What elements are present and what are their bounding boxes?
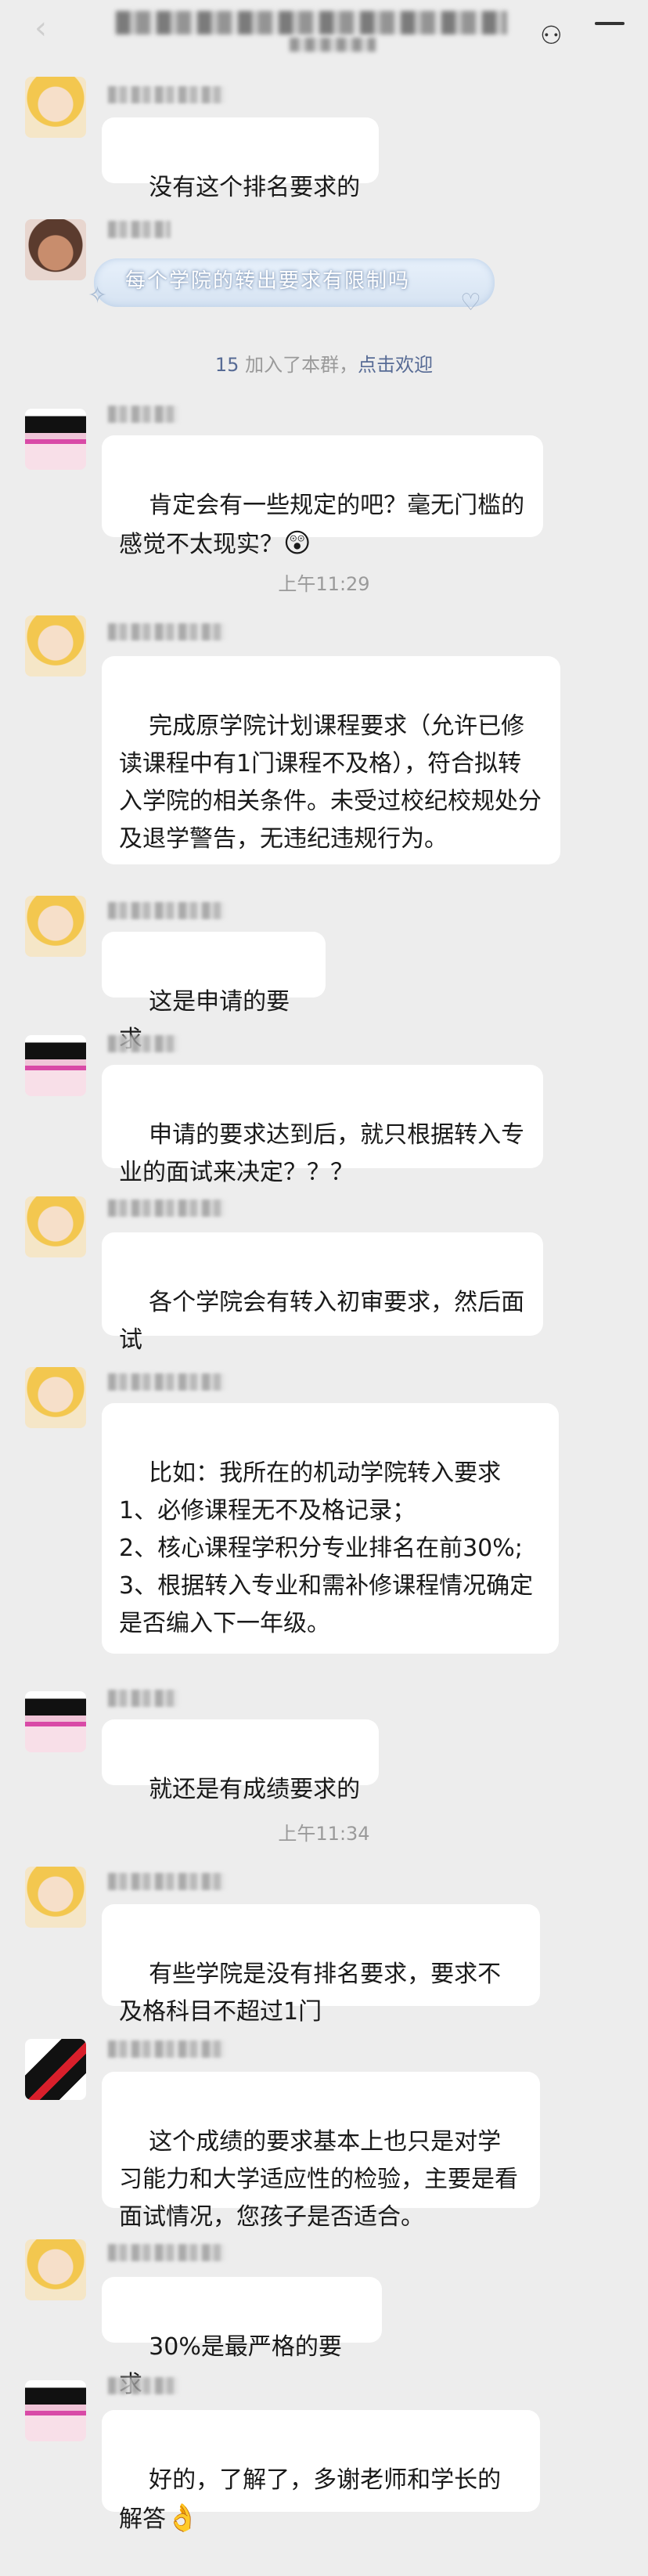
- sender-name-redacted: [108, 1035, 178, 1052]
- message-bubble[interactable]: 30%是最严格的要求: [102, 2277, 382, 2398]
- sparkle-icon: ✧: [88, 282, 108, 309]
- sender-name-redacted: [108, 406, 178, 423]
- back-icon[interactable]: ‹: [34, 13, 56, 44]
- message-text: 就还是有成绩要求的: [149, 1776, 361, 1803]
- avatar[interactable]: [25, 2239, 86, 2300]
- sender-name-redacted: [108, 1373, 225, 1391]
- chat-subtitle-redacted: [290, 38, 376, 52]
- message-bubble[interactable]: 有些学院是没有排名要求，要求不及格科目不超过1门: [102, 1904, 540, 2026]
- sender-name-redacted: [108, 902, 225, 919]
- avatar[interactable]: [25, 219, 86, 280]
- sender-name-redacted: [108, 221, 171, 238]
- message-text: 每个学院的转出要求有限制吗: [125, 269, 411, 293]
- timestamp: 上午11:34: [278, 1823, 370, 1845]
- message-text: 比如：我所在的机动学院转入要求 1、必修课程无不及格记录； 2、核心课程学积分专…: [119, 1459, 534, 1637]
- chat-title-redacted: [116, 11, 507, 34]
- message-text: 没有这个排名要求的: [149, 174, 361, 201]
- more-menu-icon[interactable]: [595, 22, 625, 25]
- surprised-emoji-icon: 😲: [283, 528, 311, 559]
- group-members-icon[interactable]: ⚇: [540, 22, 568, 49]
- system-notice: 15 加入了本群，点击欢迎: [0, 349, 648, 377]
- avatar[interactable]: [25, 615, 86, 676]
- welcome-link[interactable]: 点击欢迎: [358, 354, 433, 376]
- sender-name-redacted: [108, 1690, 178, 1707]
- message-bubble[interactable]: 这是申请的要求: [102, 932, 326, 1053]
- timestamp: 上午11:29: [278, 573, 370, 595]
- sender-name-redacted: [108, 2040, 225, 2058]
- avatar[interactable]: [25, 77, 86, 138]
- ok-hand-emoji-icon: 👌: [166, 2502, 200, 2534]
- sender-name-redacted: [108, 2244, 225, 2261]
- heart-icon: ♡: [460, 289, 481, 316]
- message-bubble[interactable]: 这个成绩的要求基本上也只是对学习能力和大学适应性的检验，主要是看面试情况，您孩子…: [102, 2072, 540, 2231]
- avatar[interactable]: [25, 896, 86, 957]
- system-text: 加入了本群，: [239, 354, 358, 376]
- avatar[interactable]: [25, 1367, 86, 1428]
- sender-name-redacted: [108, 2377, 178, 2394]
- message-text: 有些学院是没有排名要求，要求不及格科目不超过1门: [119, 1961, 502, 2026]
- avatar[interactable]: [25, 1691, 86, 1752]
- message-text: 完成原学院计划课程要求（允许已修读课程中有1门课程不及格），符合拟转入学院的相关…: [119, 713, 542, 853]
- message-bubble[interactable]: 申请的要求达到后，就只根据转入专业的面试来决定？？？: [102, 1065, 543, 1186]
- avatar[interactable]: [25, 1035, 86, 1096]
- message-bubble[interactable]: 比如：我所在的机动学院转入要求 1、必修课程无不及格记录； 2、核心课程学积分专…: [102, 1403, 559, 1654]
- avatar[interactable]: [25, 409, 86, 470]
- message-bubble[interactable]: 肯定会有一些规定的吧？毫无门槛的感觉不太现实？😲: [102, 435, 543, 559]
- message-bubble[interactable]: 没有这个排名要求的: [102, 117, 379, 201]
- message-text: 各个学院会有转入初审要求，然后面试: [119, 1289, 525, 1354]
- avatar[interactable]: [25, 2380, 86, 2441]
- message-bubble[interactable]: 完成原学院计划课程要求（允许已修读课程中有1门课程不及格），符合拟转入学院的相关…: [102, 656, 560, 864]
- avatar[interactable]: [25, 1196, 86, 1257]
- sender-name-redacted: [108, 623, 225, 640]
- sender-name-redacted: [108, 1873, 225, 1890]
- message-bubble[interactable]: 就还是有成绩要求的: [102, 1719, 379, 1803]
- sender-name-redacted: [108, 86, 225, 103]
- chat-header: ‹ ⚇: [0, 0, 648, 58]
- message-bubble[interactable]: 各个学院会有转入初审要求，然后面试: [102, 1232, 543, 1354]
- message-text: 这个成绩的要求基本上也只是对学习能力和大学适应性的检验，主要是看面试情况，您孩子…: [119, 2128, 518, 2231]
- message-text: 申请的要求达到后，就只根据转入专业的面试来决定？？？: [119, 1121, 525, 1186]
- message-text: 肯定会有一些规定的吧？毫无门槛的感觉不太现实？: [119, 492, 525, 558]
- message-bubble[interactable]: 好的，了解了，多谢老师和学长的解答👌: [102, 2410, 540, 2534]
- sender-name-redacted: [108, 1200, 225, 1217]
- avatar[interactable]: [25, 1867, 86, 1928]
- new-member-count[interactable]: 15: [215, 354, 239, 376]
- avatar[interactable]: [25, 2039, 86, 2100]
